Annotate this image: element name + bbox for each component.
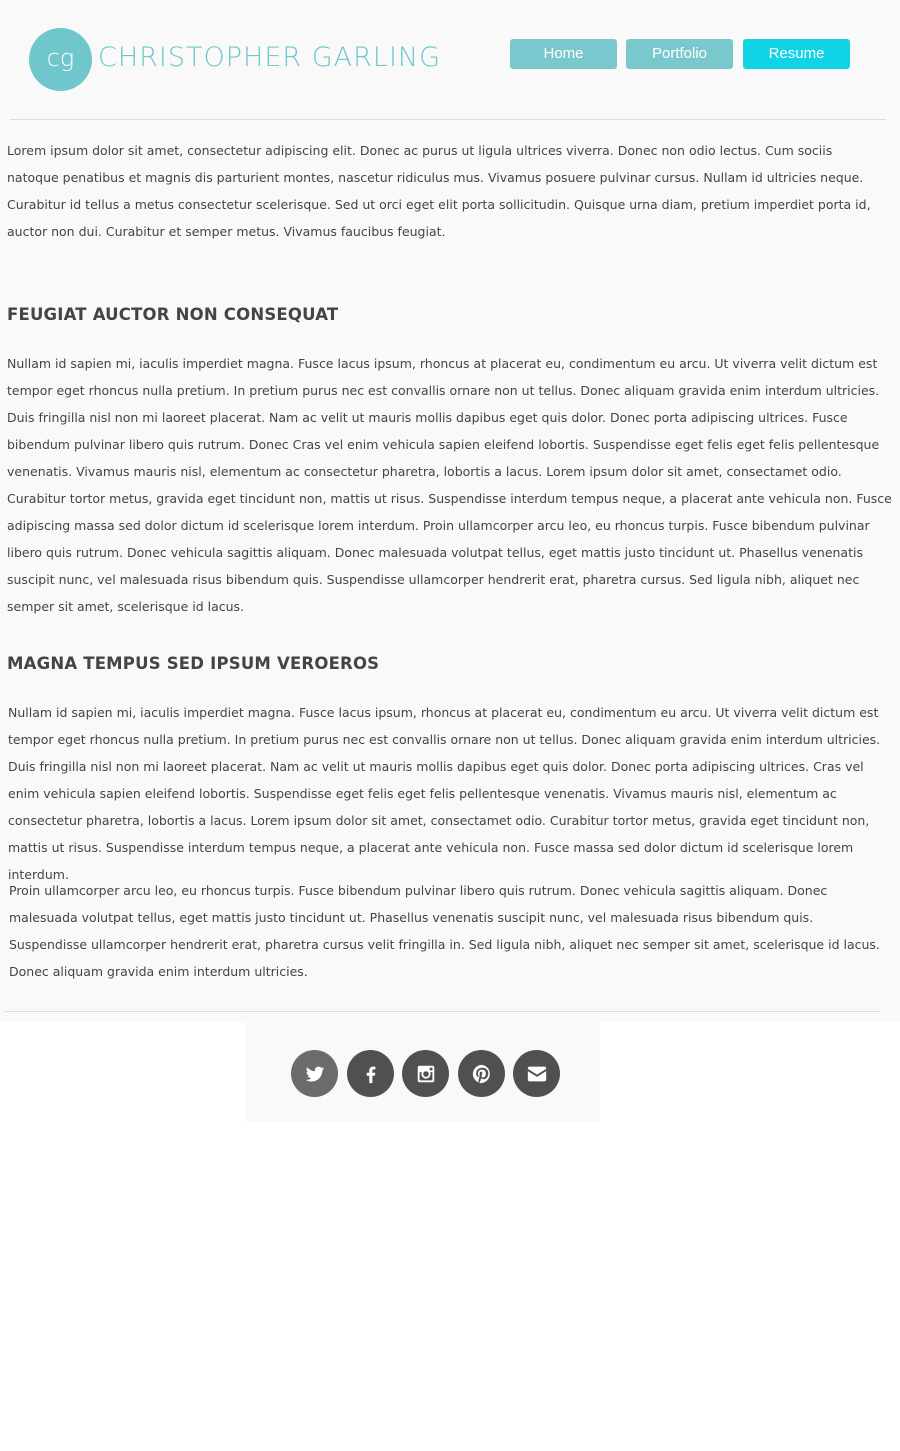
nav-resume-button[interactable]: Resume — [743, 39, 850, 69]
email-icon — [527, 1066, 546, 1081]
section-heading-magna: MAGNA TEMPUS SED IPSUM VEROEROS — [7, 654, 380, 673]
email-link[interactable] — [513, 1050, 560, 1097]
instagram-icon — [417, 1065, 434, 1082]
site-header: cg CHRISTOPHER GARLING Home Portfolio Re… — [0, 0, 900, 120]
section-paragraph-magna: Nullam id sapien mi, iaculis imperdiet m… — [8, 705, 881, 882]
site-title[interactable]: CHRISTOPHER GARLING — [98, 42, 441, 73]
intro-paragraph: Lorem ipsum dolor sit amet, consectetur … — [7, 143, 871, 239]
nav-portfolio-button[interactable]: Portfolio — [626, 39, 733, 69]
header-divider — [10, 119, 886, 120]
twitter-link[interactable] — [291, 1050, 338, 1097]
facebook-link[interactable] — [347, 1050, 394, 1097]
facebook-icon — [366, 1066, 375, 1083]
nav-home-button[interactable]: Home — [510, 39, 617, 69]
pinterest-link[interactable] — [458, 1050, 505, 1097]
twitter-icon — [305, 1066, 324, 1082]
section-heading-feugiat: FEUGIAT AUCTOR NON CONSEQUAT — [7, 305, 339, 324]
pinterest-icon — [472, 1064, 490, 1083]
section-paragraph-magna-2: Proin ullamcorper arcu leo, eu rhoncus t… — [9, 883, 880, 979]
footer-divider — [5, 1011, 880, 1012]
instagram-link[interactable] — [402, 1050, 449, 1097]
section-paragraph-feugiat: Nullam id sapien mi, iaculis imperdiet m… — [7, 356, 892, 614]
logo-mark[interactable]: cg — [29, 28, 92, 91]
